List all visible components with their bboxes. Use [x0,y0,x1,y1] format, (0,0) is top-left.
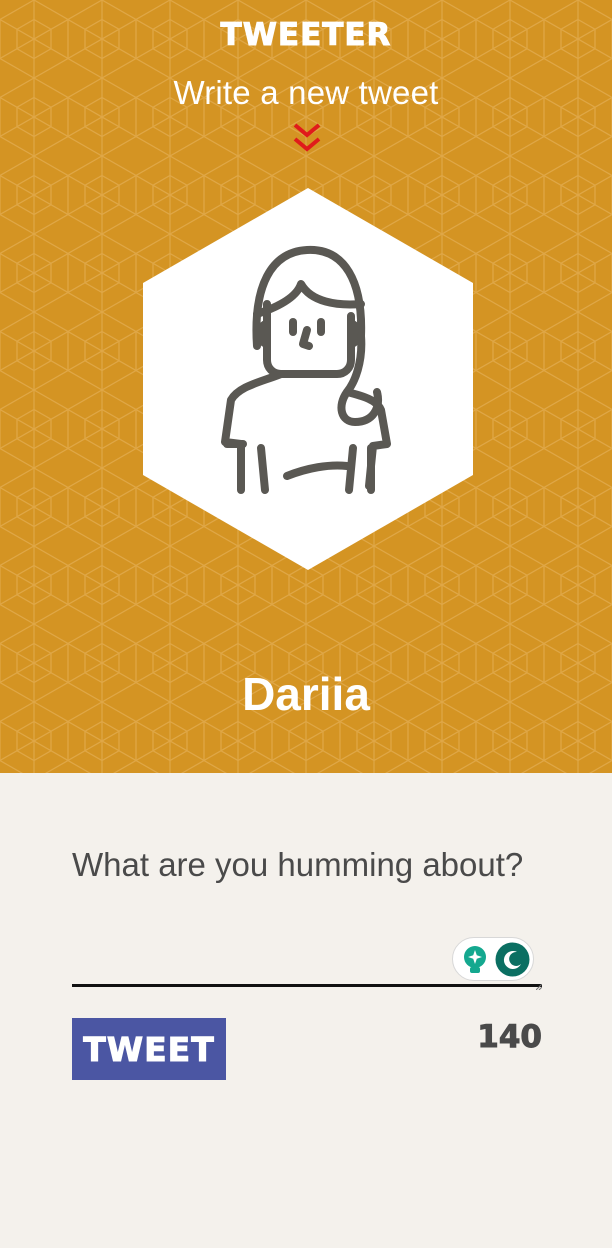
character-counter: 140 [477,1019,543,1056]
resize-handle-icon[interactable] [536,984,542,990]
page-subtitle: Write a new tweet [173,74,439,111]
writing-assistant-widget[interactable] [452,937,534,981]
page: Tweeter Write a new tweet [0,0,612,1248]
username: Dariia [242,668,370,720]
app-brand: Tweeter [220,17,392,54]
lightbulb-sparkle-icon[interactable] [462,945,488,975]
compose-prompt: What are you humming about? [72,846,524,883]
crescent-moon-icon[interactable] [495,942,530,977]
header-banner: Tweeter Write a new tweet [0,0,612,773]
tweet-button[interactable]: Tweet [72,1018,226,1080]
double-chevron-down-icon[interactable] [292,122,322,154]
user-avatar [143,188,473,570]
tweet-composer: What are you humming about? Tweet 140 [0,773,612,1248]
